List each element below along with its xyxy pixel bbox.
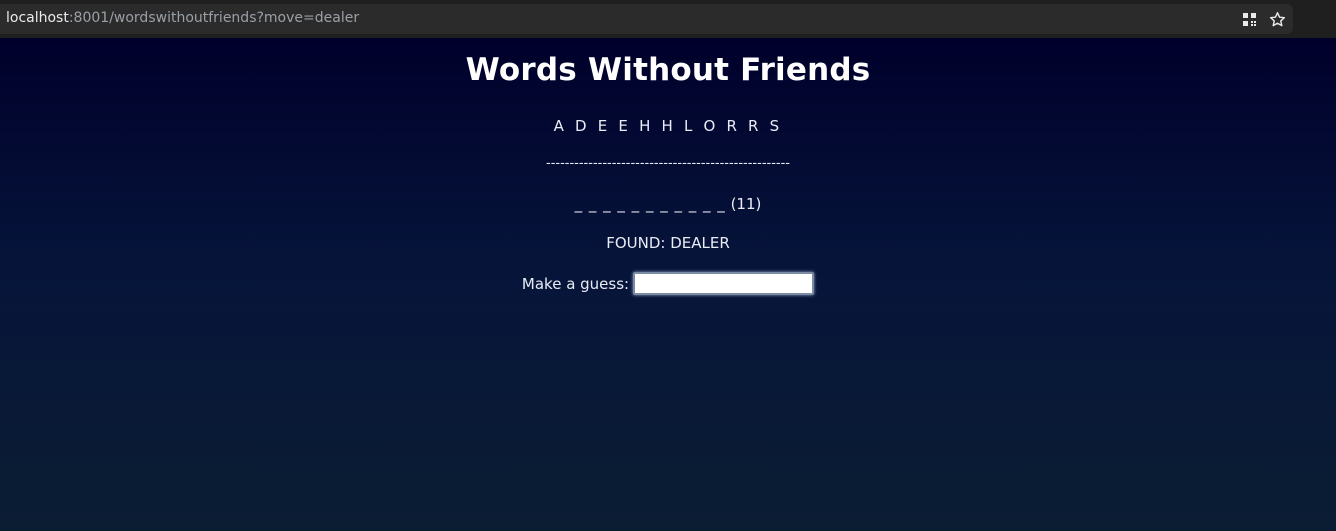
word-blanks-row: _ _ _ _ _ _ _ _ _ _ _ (11)	[0, 195, 1336, 213]
letter-pool: A D E E H H L O R R S	[553, 117, 783, 135]
url-host: localhost	[6, 10, 69, 26]
guess-label: Make a guess:	[521, 274, 630, 293]
blank-count: (11)	[730, 195, 762, 213]
browser-toolbar: localhost:8001/wordswithoutfriends?move=…	[0, 0, 1336, 38]
found-words: FOUND: DEALER	[606, 234, 730, 252]
word-blanks: _ _ _ _ _ _ _ _ _ _ _	[574, 195, 726, 213]
url-path: :8001/wordswithoutfriends?move=dealer	[68, 10, 360, 26]
guess-input[interactable]	[633, 272, 815, 295]
address-bar[interactable]: localhost:8001/wordswithoutfriends?move=…	[0, 4, 1293, 34]
qr-code-icon[interactable]	[1240, 10, 1258, 28]
game-page: Words Without Friends A D E E H H L O R …	[0, 38, 1336, 531]
page-title: Words Without Friends	[465, 52, 871, 88]
star-icon[interactable]	[1268, 10, 1286, 28]
url-text[interactable]: localhost:8001/wordswithoutfriends?move=…	[6, 10, 359, 26]
divider-line: ----------------------------------------…	[546, 156, 790, 171]
guess-form: Make a guess:	[0, 272, 1336, 295]
